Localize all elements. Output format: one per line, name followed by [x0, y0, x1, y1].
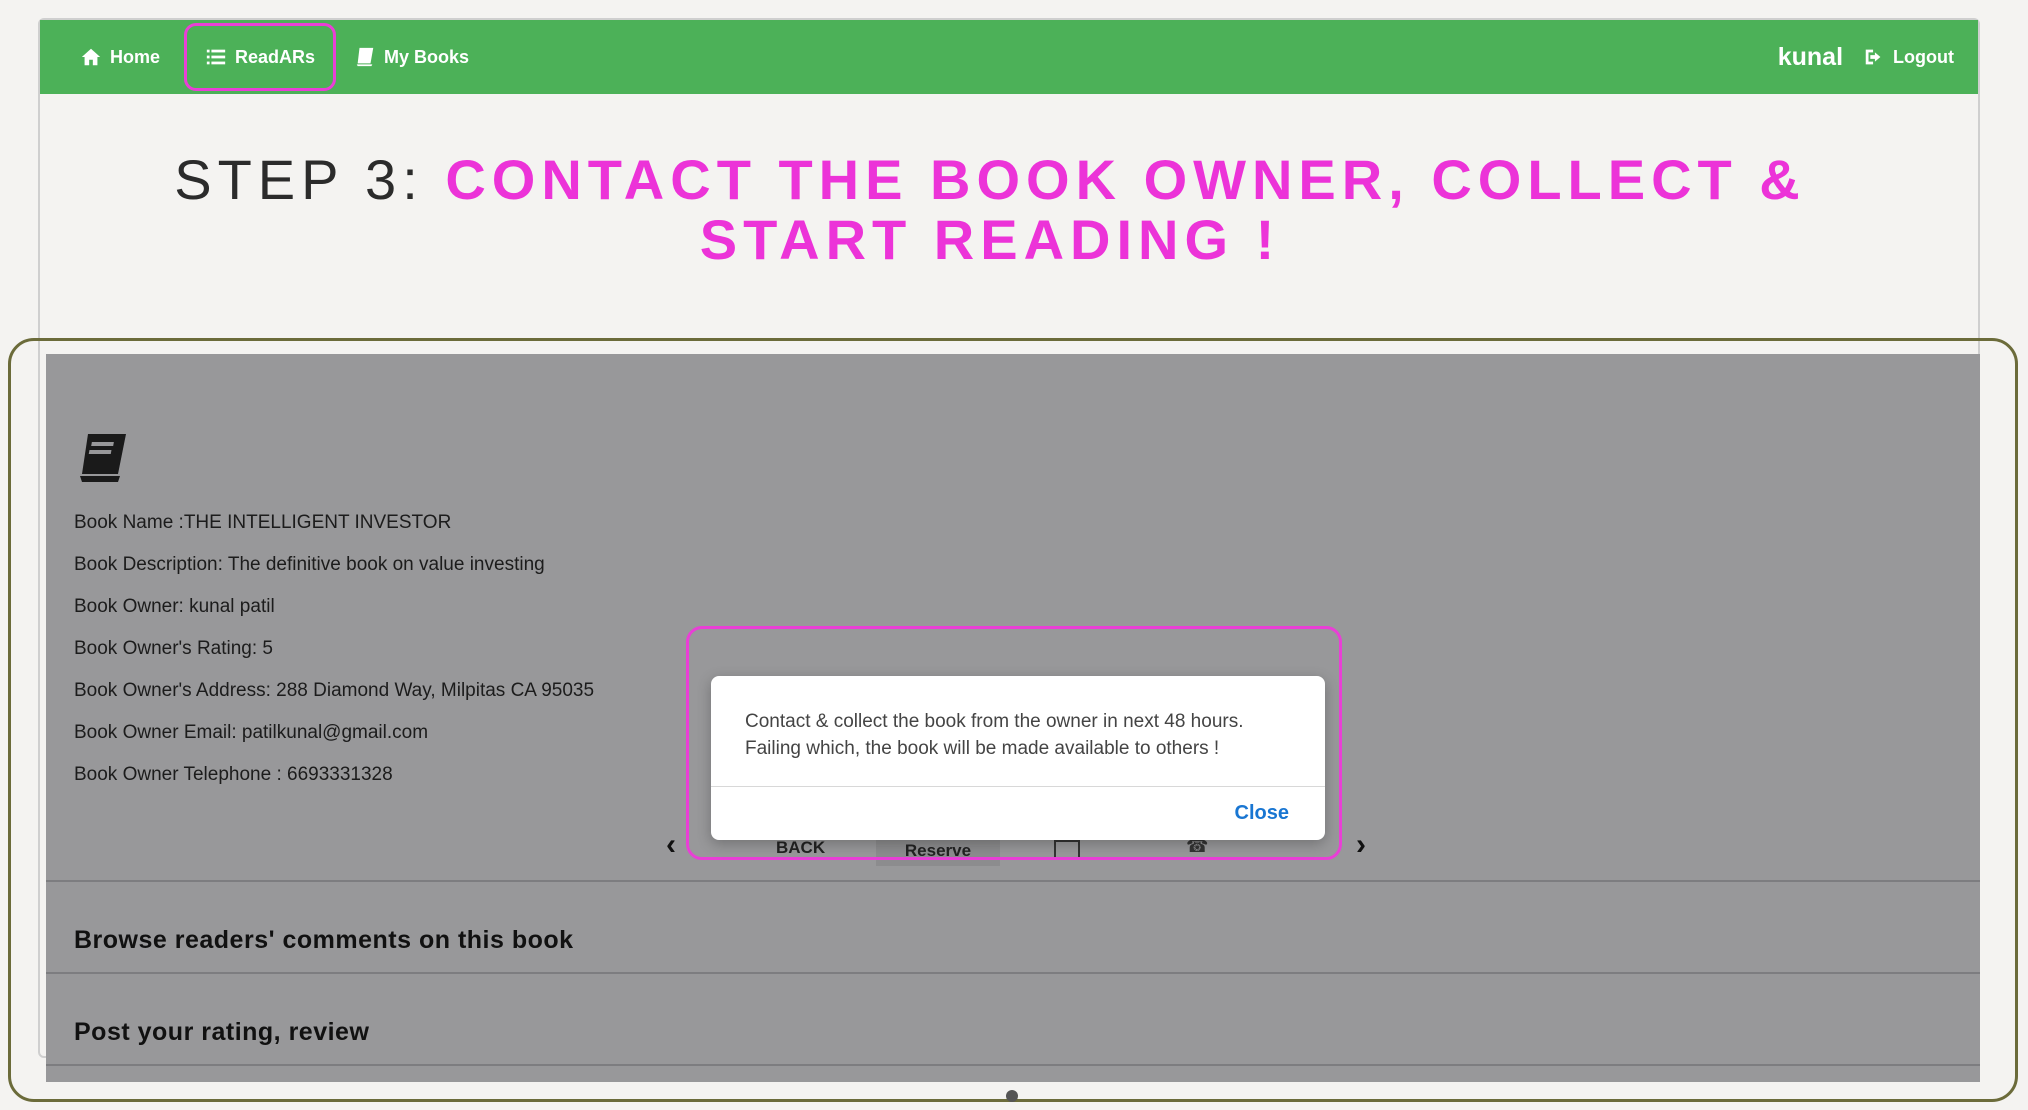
modal-message-line1: Contact & collect the book from the owne… — [745, 711, 1244, 732]
book-description: Book Description: The definitive book on… — [74, 554, 545, 575]
logout-button[interactable]: Logout — [1859, 24, 1958, 90]
close-button[interactable]: Close — [1235, 802, 1289, 825]
home-icon — [81, 48, 101, 66]
book-details: Book Name :THE INTELLIGENT INVESTOR Book… — [74, 502, 594, 796]
rating-section-title[interactable]: Post your rating, review — [74, 1018, 369, 1047]
book-owner: Book Owner: kunal patil — [74, 596, 275, 617]
chevron-right-icon[interactable]: › — [1356, 828, 1366, 862]
step-text: CONTACT THE BOOK OWNER, COLLECT & START … — [445, 148, 1806, 271]
frame-knob — [1006, 1090, 1018, 1102]
modal-footer: Close — [711, 786, 1325, 840]
book-icon — [74, 430, 130, 486]
book-owner-address: Book Owner's Address: 288 Diamond Way, M… — [74, 680, 595, 701]
logout-label: Logout — [1893, 46, 1954, 67]
book-owner-rating: Book Owner's Rating: 5 — [74, 638, 273, 659]
book-name: Book Name :THE INTELLIGENT INVESTOR — [74, 512, 452, 533]
modal-body: Contact & collect the book from the owne… — [711, 676, 1325, 786]
step-label: STEP 3: — [174, 148, 424, 211]
nav-home[interactable]: Home — [62, 24, 178, 90]
nav-user-area: kunal Logout — [1778, 24, 1978, 90]
list-icon — [206, 49, 226, 65]
navbar: Home ReadARs My Books kunal Logout — [40, 20, 1978, 94]
modal-message-line2: Failing which, the book will be made ava… — [745, 738, 1220, 759]
book-owner-telephone: Book Owner Telephone : 6693331328 — [74, 764, 393, 785]
divider — [46, 972, 1980, 974]
step-heading: STEP 3: CONTACT THE BOOK OWNER, COLLECT … — [100, 150, 1880, 270]
chevron-left-icon[interactable]: ‹ — [666, 828, 676, 862]
nav-readars[interactable]: ReadARs — [184, 23, 337, 91]
nav-home-label: Home — [110, 46, 161, 67]
nav-readars-label: ReadARs — [235, 46, 316, 67]
divider — [46, 1064, 1980, 1066]
username: kunal — [1777, 42, 1844, 71]
comments-section-title[interactable]: Browse readers' comments on this book — [74, 926, 574, 955]
logout-icon — [1865, 49, 1881, 65]
reservation-modal: Contact & collect the book from the owne… — [711, 676, 1325, 840]
nav-my-books-label: My Books — [384, 46, 470, 67]
book-owner-email: Book Owner Email: patilkunal@gmail.com — [74, 722, 429, 743]
divider — [46, 880, 1980, 882]
book-icon — [356, 47, 374, 67]
nav-my-books[interactable]: My Books — [336, 24, 487, 90]
